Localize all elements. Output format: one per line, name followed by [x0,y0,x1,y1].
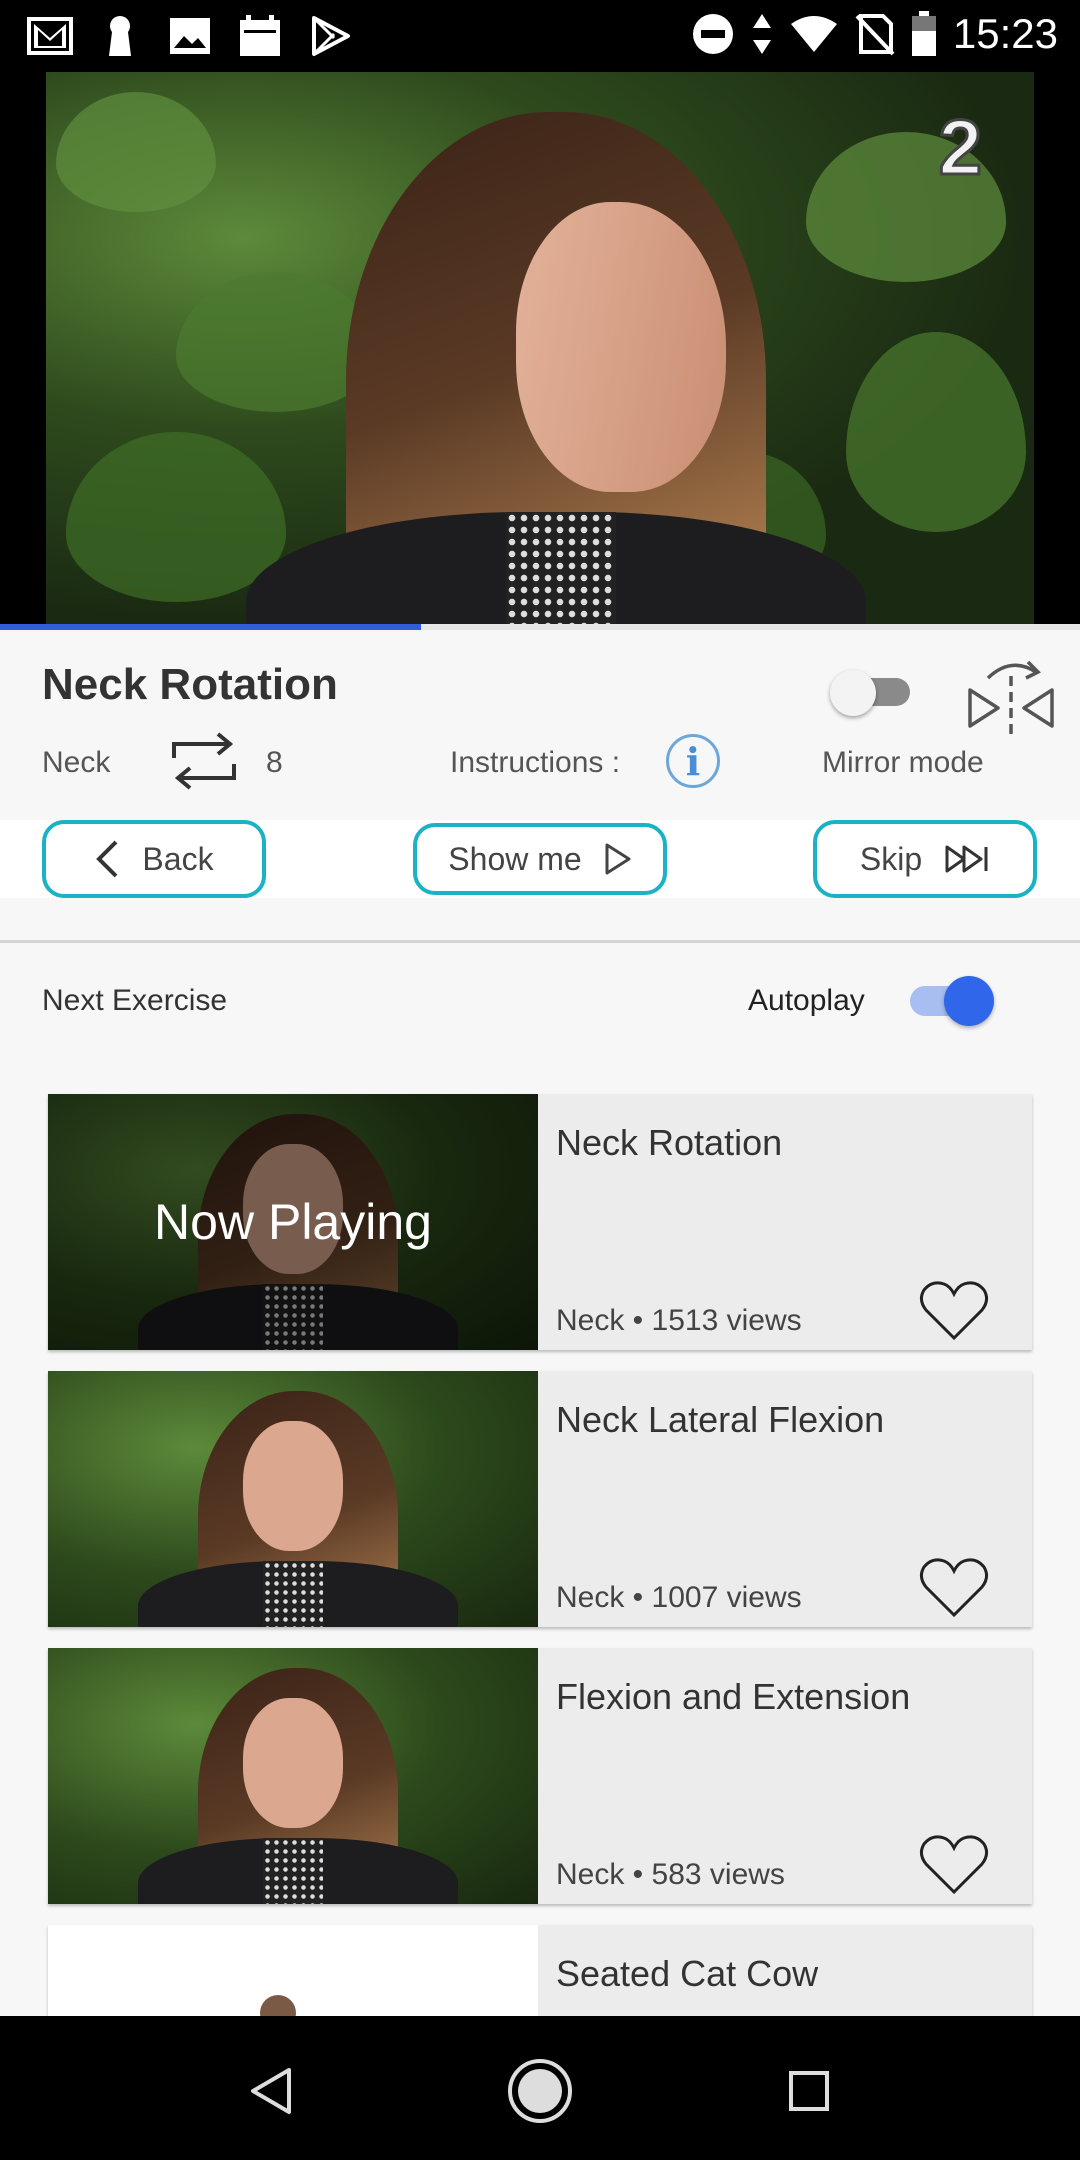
status-time: 15:23 [952,10,1058,57]
mirror-flip-icon[interactable] [966,656,1056,740]
back-button-label: Back [142,840,214,877]
exercise-list: Now Playing Neck Rotation Neck • 1513 vi… [48,1094,1032,2160]
play-outline-icon [605,843,631,875]
rep-count: 8 [266,746,283,779]
square-recents-icon [789,2071,829,2111]
skip-button-label: Skip [859,840,923,877]
data-arrows-icon [752,14,771,54]
list-item-title: Neck Rotation [556,1122,783,1163]
nav-back-button[interactable] [236,2056,306,2126]
nav-recents-button[interactable] [774,2056,844,2126]
now-playing-overlay: Now Playing [154,1194,432,1250]
divider [0,940,1080,943]
autoplay-toggle[interactable] [904,972,994,1028]
heart-icon[interactable] [918,1555,990,1619]
chevron-left-icon [96,840,118,878]
skip-forward-icon [945,845,988,873]
gmail-icon [26,12,74,60]
show-me-button[interactable]: Show me [413,823,667,895]
exercise-header: Neck Rotation Neck 8 Instructions : i Mi… [0,630,1080,820]
back-button[interactable]: Back [42,820,266,898]
show-me-button-label: Show me [448,840,582,877]
list-item-title: Flexion and Extension [556,1676,911,1717]
mirror-mode-toggle[interactable] [830,670,914,716]
instructor-top [506,512,616,624]
list-item-title: Neck Lateral Flexion [556,1399,885,1440]
home-circle-icon [508,2059,572,2123]
list-item-meta: Neck • 1513 views [556,1304,802,1337]
control-buttons: Back Show me Skip [0,820,1080,898]
next-exercise-label: Next Exercise [42,984,228,1017]
play-store-icon [306,12,354,60]
info-icon[interactable]: i [666,734,720,788]
exercise-category: Neck [42,746,111,779]
calendar-icon [236,12,284,60]
mirror-mode-label: Mirror mode [822,746,984,779]
video-frame[interactable]: 2 [46,72,1034,624]
battery-icon [911,11,936,56]
rep-counter: 2 [937,102,983,193]
list-item-title: Seated Cat Cow [556,1953,819,1994]
skip-button[interactable]: Skip [813,820,1037,898]
repeat-icon [172,732,236,790]
list-item[interactable]: Neck Lateral Flexion Neck • 1007 views [48,1371,1032,1627]
list-item[interactable]: Flexion and Extension Neck • 583 views [48,1648,1032,1904]
list-item[interactable]: Now Playing Neck Rotation Neck • 1513 vi… [48,1094,1032,1350]
triangle-back-icon [251,2068,291,2114]
no-sim-icon [855,14,895,56]
status-bar: 15:23 [0,0,1080,72]
exercise-thumbnail [48,1648,538,1904]
list-item-meta: Neck • 1007 views [556,1581,802,1614]
exercise-thumbnail [48,1371,538,1627]
video-player[interactable]: 2 [0,72,1080,624]
gallery-icon [166,12,214,60]
wifi-icon [790,16,837,52]
heart-icon[interactable] [918,1278,990,1342]
autoplay-label: Autoplay [748,984,865,1017]
do-not-disturb-icon [692,14,733,54]
list-item-meta: Neck • 583 views [556,1858,785,1891]
exercise-title: Neck Rotation [42,660,338,709]
keyhole-icon [96,12,144,60]
instructor-face [516,202,726,492]
instructions-label: Instructions : [450,746,621,779]
nav-home-button[interactable] [505,2056,575,2126]
system-nav-bar [0,2016,1080,2160]
heart-icon[interactable] [918,1832,990,1896]
